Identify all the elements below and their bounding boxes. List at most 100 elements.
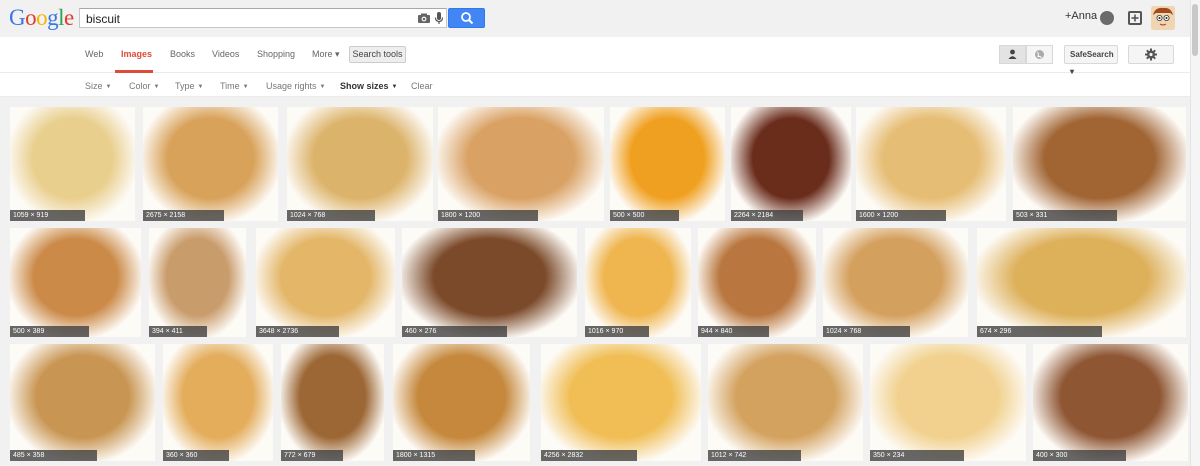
result-thumbnail xyxy=(287,107,433,221)
image-result[interactable]: 2675 × 2158 xyxy=(143,107,278,221)
image-result[interactable]: 500 × 500 xyxy=(610,107,725,221)
image-result[interactable]: 1600 × 1200 xyxy=(856,107,1006,221)
image-size-label: 1800 × 1315 xyxy=(393,450,476,461)
result-thumbnail xyxy=(1033,344,1188,461)
tab-more[interactable]: More ▾ xyxy=(312,49,340,60)
image-size-label: 2264 × 2184 xyxy=(731,210,803,221)
image-result[interactable]: 1016 × 970 xyxy=(585,228,691,337)
image-size-label: 350 × 234 xyxy=(870,450,964,461)
result-thumbnail xyxy=(698,228,816,337)
tool-show-sizes[interactable]: Show sizes ▼ xyxy=(340,81,397,91)
chevron-down-icon: ▼ xyxy=(197,84,204,90)
result-thumbnail xyxy=(708,344,863,461)
result-thumbnail xyxy=(856,107,1006,221)
result-thumbnail xyxy=(149,228,246,337)
logo-letter: g xyxy=(47,5,59,30)
image-result[interactable]: 400 × 300 xyxy=(1033,344,1188,461)
image-size-label: 1016 × 970 xyxy=(585,326,649,337)
tool-size[interactable]: Size ▼ xyxy=(85,81,111,91)
scrollbar-track[interactable] xyxy=(1190,0,1200,466)
image-result[interactable]: 500 × 389 xyxy=(10,228,141,337)
global-results-button[interactable] xyxy=(1026,45,1053,64)
google-logo[interactable]: Google xyxy=(9,5,74,31)
image-result[interactable]: 1024 × 768 xyxy=(823,228,968,337)
image-size-label: 944 × 840 xyxy=(698,326,769,337)
image-size-label: 500 × 389 xyxy=(10,326,89,337)
image-result[interactable]: 2264 × 2184 xyxy=(731,107,851,221)
image-size-label: 1024 × 768 xyxy=(823,326,910,337)
search-box[interactable] xyxy=(79,8,447,28)
result-thumbnail xyxy=(281,344,384,461)
search-tools-button[interactable]: Search tools xyxy=(349,46,406,63)
result-thumbnail xyxy=(393,344,530,461)
image-result[interactable]: 350 × 234 xyxy=(870,344,1026,461)
scrollbar-thumb[interactable] xyxy=(1192,4,1198,56)
image-result[interactable]: 503 × 331 xyxy=(1013,107,1186,221)
image-result[interactable]: 485 × 358 xyxy=(10,344,155,461)
tool-clear[interactable]: Clear xyxy=(411,81,433,91)
image-size-label: 1800 × 1200 xyxy=(438,210,538,221)
tool-color[interactable]: Color ▼ xyxy=(129,81,159,91)
image-size-label: 485 × 358 xyxy=(10,450,97,461)
image-result[interactable]: 394 × 411 xyxy=(149,228,246,337)
safesearch-dropdown[interactable]: SafeSearch ▾ xyxy=(1064,45,1118,76)
image-result[interactable]: 3648 × 2736 xyxy=(256,228,395,337)
image-result[interactable]: 4256 × 2832 xyxy=(541,344,701,461)
image-size-label: 460 × 276 xyxy=(402,326,507,337)
settings-button[interactable] xyxy=(1128,45,1174,64)
tab-shopping[interactable]: Shopping xyxy=(257,49,295,59)
result-thumbnail xyxy=(731,107,851,221)
tool-type[interactable]: Type ▼ xyxy=(175,81,203,91)
image-size-label: 2675 × 2158 xyxy=(143,210,224,221)
logo-letter: e xyxy=(64,5,74,30)
image-result[interactable]: 674 × 296 xyxy=(977,228,1186,337)
result-thumbnail xyxy=(823,228,968,337)
globe-icon xyxy=(1035,50,1044,59)
result-thumbnail xyxy=(1013,107,1186,221)
search-input[interactable] xyxy=(86,10,406,27)
logo-letter: G xyxy=(9,5,26,30)
gear-icon xyxy=(1145,48,1157,61)
camera-icon[interactable] xyxy=(417,11,431,25)
tool-usage-rights[interactable]: Usage rights ▼ xyxy=(266,81,325,91)
image-size-label: 394 × 411 xyxy=(149,326,208,337)
image-size-label: 360 × 360 xyxy=(163,450,229,461)
result-thumbnail xyxy=(10,107,135,221)
image-result[interactable]: 460 × 276 xyxy=(402,228,577,337)
top-bar: Google +Anna xyxy=(0,0,1200,37)
microphone-icon[interactable] xyxy=(432,11,446,25)
avatar[interactable] xyxy=(1151,6,1175,30)
image-result[interactable]: 360 × 360 xyxy=(163,344,273,461)
image-size-label: 1600 × 1200 xyxy=(856,210,946,221)
image-result[interactable]: 1800 × 1315 xyxy=(393,344,530,461)
logo-letter: o xyxy=(36,5,48,30)
result-thumbnail xyxy=(610,107,725,221)
chevron-down-icon: ▼ xyxy=(319,84,326,90)
tab-books[interactable]: Books xyxy=(170,49,195,59)
image-size-label: 1059 × 919 xyxy=(10,210,85,221)
image-result[interactable]: 1012 × 742 xyxy=(708,344,863,461)
image-result[interactable]: 1059 × 919 xyxy=(10,107,135,221)
tab-images[interactable]: Images xyxy=(121,49,152,59)
private-results-button[interactable] xyxy=(999,45,1026,64)
image-result[interactable]: 944 × 840 xyxy=(698,228,816,337)
logo-letter: o xyxy=(25,5,37,30)
chevron-down-icon: ▼ xyxy=(391,84,398,90)
share-plus-icon[interactable] xyxy=(1128,11,1142,25)
result-thumbnail xyxy=(870,344,1026,461)
image-result[interactable]: 772 × 679 xyxy=(281,344,384,461)
image-size-label: 674 × 296 xyxy=(977,326,1103,337)
image-result[interactable]: 1800 × 1200 xyxy=(438,107,604,221)
image-size-label: 1012 × 742 xyxy=(708,450,801,461)
image-result[interactable]: 1024 × 768 xyxy=(287,107,433,221)
chevron-down-icon: ▼ xyxy=(242,84,249,90)
result-thumbnail xyxy=(541,344,701,461)
tab-web[interactable]: Web xyxy=(85,49,103,59)
tool-time[interactable]: Time ▼ xyxy=(220,81,249,91)
search-button[interactable] xyxy=(448,8,485,28)
tab-videos[interactable]: Videos xyxy=(212,49,239,59)
image-size-label: 500 × 500 xyxy=(610,210,679,221)
notifications-icon[interactable] xyxy=(1100,11,1114,25)
user-name-link[interactable]: +Anna xyxy=(1065,10,1097,22)
search-tools-bar: Size ▼ Color ▼ Type ▼ Time ▼ Usage rights ▼ S… xyxy=(0,73,1190,97)
